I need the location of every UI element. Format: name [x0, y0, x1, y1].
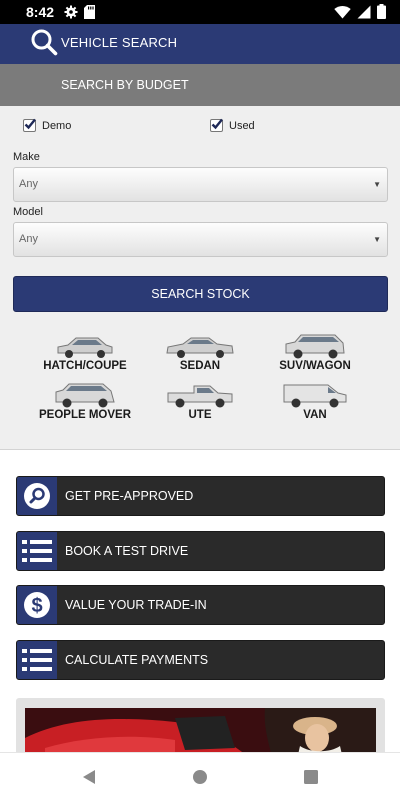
search-stock-button[interactable]: SEARCH STOCK	[13, 276, 388, 312]
sd-card-icon	[84, 5, 96, 19]
chevron-down-icon: ▼	[373, 235, 381, 244]
recents-icon[interactable]	[301, 767, 321, 787]
search-by-budget-label: SEARCH BY BUDGET	[61, 78, 189, 92]
demo-checkbox-row[interactable]: Demo	[23, 118, 72, 132]
hatch-car-icon	[57, 337, 113, 358]
action-icon-box: $	[17, 586, 57, 624]
status-time: 8:42	[26, 4, 55, 20]
used-label: Used	[229, 119, 255, 132]
car-type-ute[interactable]: UTE	[145, 382, 255, 421]
home-icon[interactable]	[190, 767, 210, 787]
action-icon-box	[17, 641, 57, 679]
search-icon[interactable]	[30, 28, 58, 56]
wifi-icon	[334, 5, 351, 18]
magnifier-icon	[24, 483, 50, 509]
model-select[interactable]: Any ▼	[13, 222, 388, 257]
action-icon-box	[17, 532, 57, 570]
book-test-drive-button[interactable]: BOOK A TEST DRIVE	[16, 531, 385, 571]
status-icons-left	[64, 5, 96, 19]
promo-image	[25, 708, 376, 758]
back-icon[interactable]	[80, 767, 100, 787]
model-label: Model	[13, 206, 43, 218]
checkmark-icon	[211, 118, 223, 130]
checkmark-icon	[24, 118, 36, 130]
battery-icon	[377, 4, 386, 19]
people-mover-icon	[55, 383, 115, 408]
dollar-icon: $	[24, 592, 50, 618]
gear-icon	[64, 5, 78, 19]
action-label: VALUE YOUR TRADE-IN	[65, 598, 207, 612]
system-nav-bar	[0, 752, 400, 800]
car-type-sedan[interactable]: SEDAN	[145, 335, 255, 372]
sedan-car-icon	[166, 337, 234, 358]
action-label: BOOK A TEST DRIVE	[65, 544, 189, 558]
svg-text:$: $	[31, 595, 42, 617]
used-checkbox-row[interactable]: Used	[210, 118, 255, 132]
car-type-label: UTE	[188, 409, 212, 421]
promo-banner[interactable]	[16, 698, 385, 758]
car-type-label: SEDAN	[179, 360, 221, 372]
used-checkbox[interactable]	[210, 118, 223, 132]
demo-checkbox[interactable]	[23, 118, 36, 132]
app-header: VEHICLE SEARCH	[0, 24, 400, 64]
search-panel: Demo Used Make Any ▼ Model Any ▼ SEARCH …	[0, 106, 400, 450]
value-trade-in-button[interactable]: $ VALUE YOUR TRADE-IN	[16, 585, 385, 625]
search-by-budget-button[interactable]: SEARCH BY BUDGET	[0, 64, 400, 106]
make-select[interactable]: Any ▼	[13, 167, 388, 202]
car-type-label: VAN	[303, 409, 327, 421]
make-select-value: Any	[19, 178, 38, 190]
action-label: GET PRE-APPROVED	[65, 489, 194, 503]
model-select-value: Any	[19, 233, 38, 245]
make-label: Make	[13, 151, 40, 163]
status-bar: 8:42	[0, 0, 400, 24]
suv-car-icon	[285, 334, 345, 359]
car-type-label: PEOPLE MOVER	[38, 409, 132, 421]
list-icon	[22, 649, 52, 671]
signal-icon	[357, 5, 371, 18]
screen: 8:42 VEHICLE SEARCH SEARCH BY BUDGET Dem…	[0, 0, 400, 800]
car-type-suv-wagon[interactable]: SUV/WAGON	[260, 333, 370, 372]
car-type-people-mover[interactable]: PEOPLE MOVER	[30, 382, 140, 421]
demo-label: Demo	[42, 119, 72, 132]
car-type-van[interactable]: VAN	[260, 382, 370, 421]
van-car-icon	[283, 384, 347, 408]
car-type-hatch-coupe[interactable]: HATCH/COUPE	[30, 335, 140, 372]
chevron-down-icon: ▼	[373, 180, 381, 189]
action-label: CALCULATE PAYMENTS	[65, 653, 209, 667]
ute-car-icon	[167, 385, 233, 408]
car-type-label: HATCH/COUPE	[43, 360, 127, 372]
action-icon-box	[17, 477, 57, 515]
status-icons-right	[334, 4, 386, 19]
get-pre-approved-button[interactable]: GET PRE-APPROVED	[16, 476, 385, 516]
calculate-payments-button[interactable]: CALCULATE PAYMENTS	[16, 640, 385, 680]
car-type-label: SUV/WAGON	[279, 360, 351, 372]
list-icon	[22, 540, 52, 562]
page-title: VEHICLE SEARCH	[61, 35, 178, 50]
